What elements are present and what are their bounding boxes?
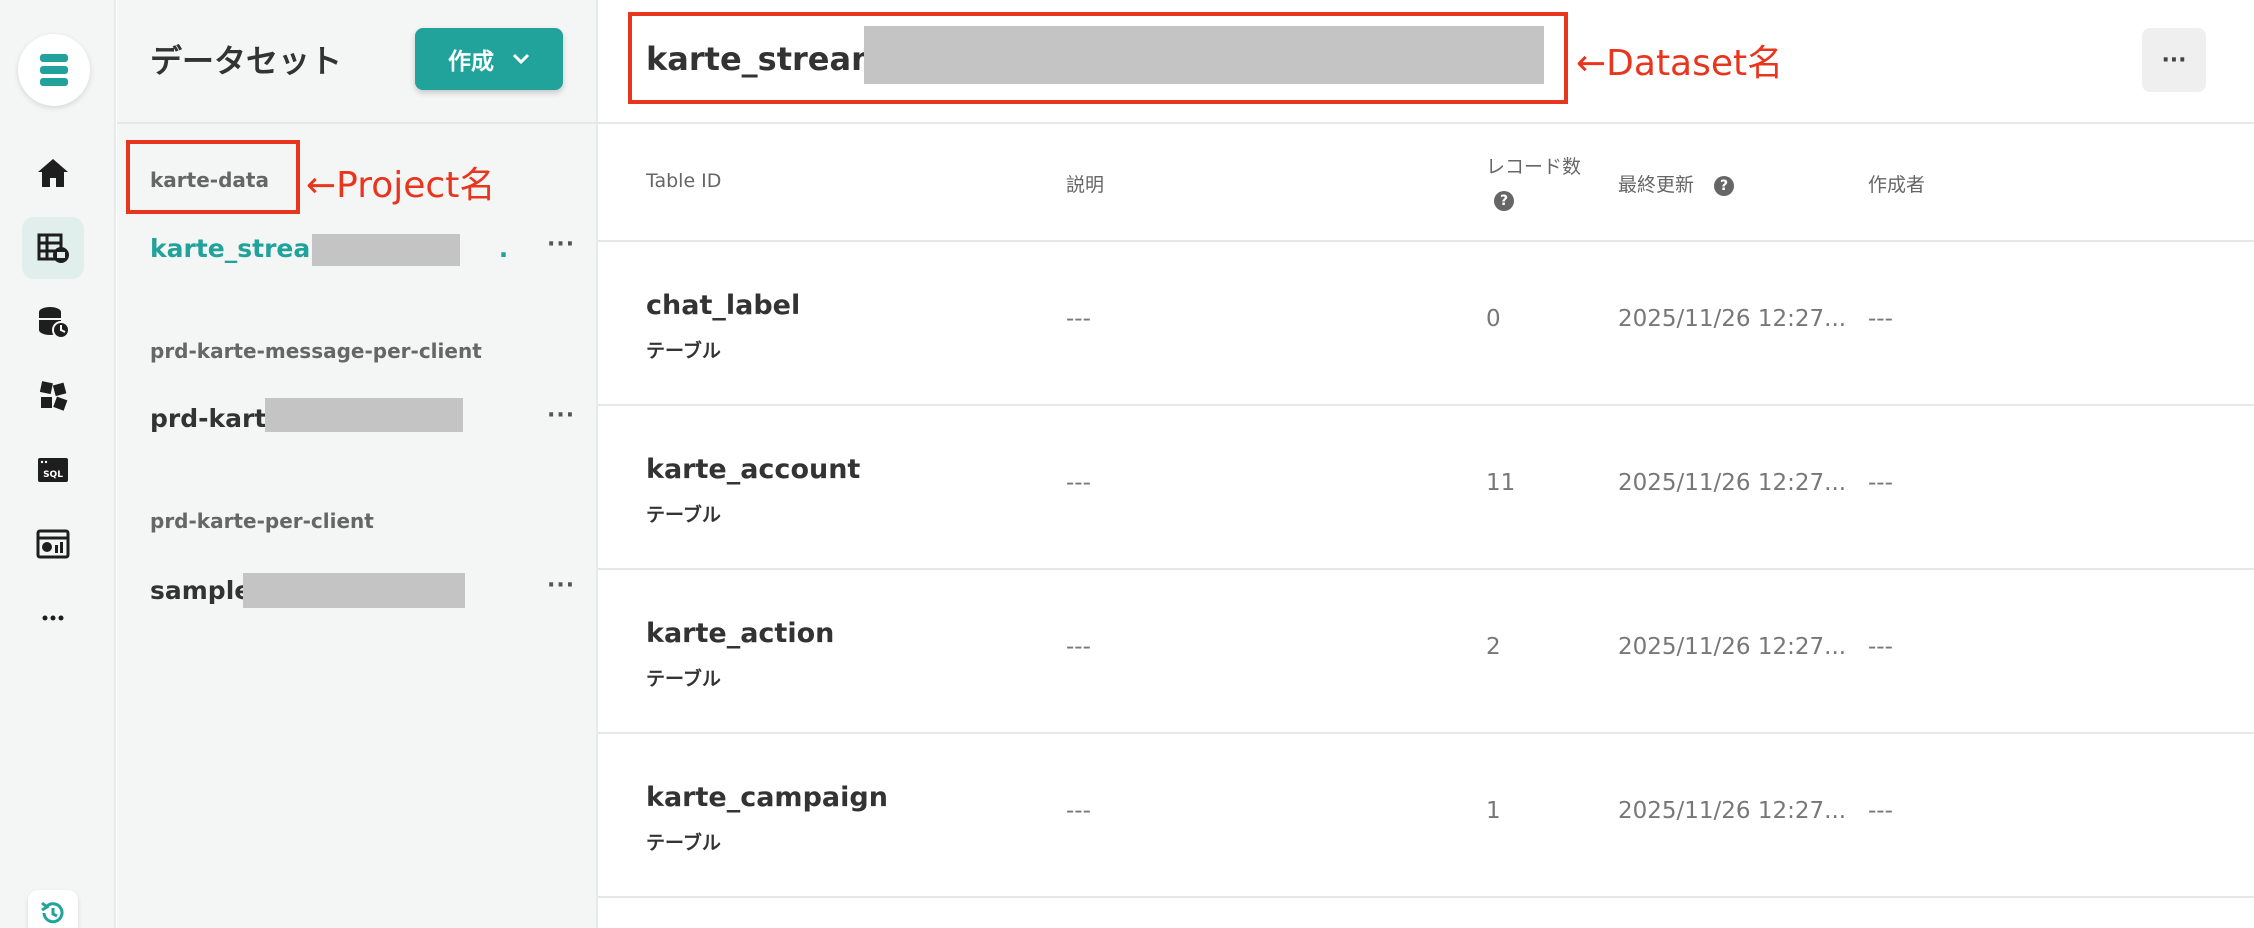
table-updated: 2025/11/26 12:27...	[1618, 634, 1847, 660]
table-row[interactable]	[598, 896, 2254, 928]
table-type: テーブル	[646, 340, 721, 362]
table-author: ---	[1868, 634, 1893, 660]
table-author: ---	[1868, 470, 1893, 496]
dataset-name-suffix: .	[498, 234, 509, 263]
help-icon[interactable]: ?	[1714, 175, 1735, 196]
history-icon[interactable]	[28, 890, 78, 928]
dataset-more-button[interactable]: ···	[547, 573, 575, 598]
table-id[interactable]: karte_action	[646, 618, 834, 649]
project-label: prd-karte-per-client	[150, 509, 374, 533]
sql-icon[interactable]: SQL	[22, 439, 84, 501]
table-author: ---	[1868, 798, 1893, 824]
table-record-count: 11	[1486, 470, 1516, 496]
redaction-mask	[312, 234, 460, 266]
dataset-more-button[interactable]: ···	[547, 403, 575, 428]
chevron-down-icon	[512, 53, 530, 65]
dataset-more-button[interactable]: ···	[547, 232, 575, 257]
dashboard-icon[interactable]	[22, 513, 84, 575]
table-row[interactable]: karte_campaign テーブル --- 1 2025/11/26 12:…	[598, 732, 2254, 896]
table-updated: 2025/11/26 12:27...	[1618, 470, 1847, 496]
table-type: テーブル	[646, 504, 721, 526]
table-description: ---	[1066, 306, 1091, 332]
dataset-icon[interactable]	[22, 217, 84, 279]
project-annotation-box	[126, 140, 300, 214]
redaction-mask	[243, 573, 465, 608]
icon-rail: SQL	[0, 0, 116, 928]
project-label: prd-karte-message-per-client	[150, 339, 482, 363]
table-row[interactable]: chat_label テーブル --- 0 2025/11/26 12:27..…	[598, 240, 2254, 404]
table-type: テーブル	[646, 832, 721, 854]
column-header-table-id[interactable]: Table ID	[646, 170, 721, 192]
table-description: ---	[1066, 798, 1091, 824]
column-header-updated-label: 最終更新	[1618, 174, 1695, 196]
main-panel: karte_stream_ ··· Table ID 説明 レコード数 ? 最終…	[598, 0, 2254, 928]
blocks-icon[interactable]	[22, 365, 84, 427]
table-description: ---	[1066, 634, 1091, 660]
sidebar-header: データセット 作成	[117, 0, 598, 124]
dataset-annotation-box	[628, 12, 1568, 104]
project-annotation-label: ←Project名	[306, 165, 496, 206]
table-record-count: 1	[1486, 798, 1501, 824]
redaction-mask	[265, 398, 463, 432]
sidebar-title: データセット	[150, 42, 343, 80]
column-header-author[interactable]: 作成者	[1868, 170, 1925, 197]
table-author: ---	[1868, 306, 1893, 332]
create-button-label: 作成	[448, 49, 494, 75]
table-id[interactable]: karte_campaign	[646, 782, 888, 813]
table-type: テーブル	[646, 668, 721, 690]
column-header-description[interactable]: 説明	[1066, 170, 1104, 197]
more-icon[interactable]	[22, 587, 84, 649]
sidebar-item-dataset[interactable]: prd-karte	[150, 404, 283, 433]
logo-icon[interactable]	[18, 34, 90, 106]
create-button[interactable]: 作成	[415, 28, 563, 90]
dataset-annotation-label: ←Dataset名	[1576, 43, 1784, 84]
table-description: ---	[1066, 470, 1091, 496]
table-record-count: 0	[1486, 306, 1501, 332]
datahub-icon[interactable]	[22, 291, 84, 353]
svg-text:SQL: SQL	[43, 470, 63, 480]
home-icon[interactable]	[22, 142, 84, 204]
app: SQL データセット 作成 karte-data karte_stream_. …	[0, 0, 2254, 928]
table-record-count: 2	[1486, 634, 1501, 660]
more-actions-button[interactable]: ···	[2142, 28, 2206, 92]
dataset-name: prd-karte	[150, 404, 284, 433]
table-row[interactable]: karte_action テーブル --- 2 2025/11/26 12:27…	[598, 568, 2254, 732]
help-icon[interactable]: ?	[1494, 190, 1514, 211]
column-header-records[interactable]: レコード数 ?	[1486, 152, 1581, 211]
table-id[interactable]: chat_label	[646, 290, 800, 321]
table-id[interactable]: karte_account	[646, 454, 860, 485]
column-header-updated[interactable]: 最終更新 ?	[1618, 170, 1735, 197]
column-header-records-label: レコード数	[1486, 156, 1582, 178]
table-updated: 2025/11/26 12:27...	[1618, 798, 1847, 824]
table-updated: 2025/11/26 12:27...	[1618, 306, 1847, 332]
table-row[interactable]: karte_account テーブル --- 11 2025/11/26 12:…	[598, 404, 2254, 568]
